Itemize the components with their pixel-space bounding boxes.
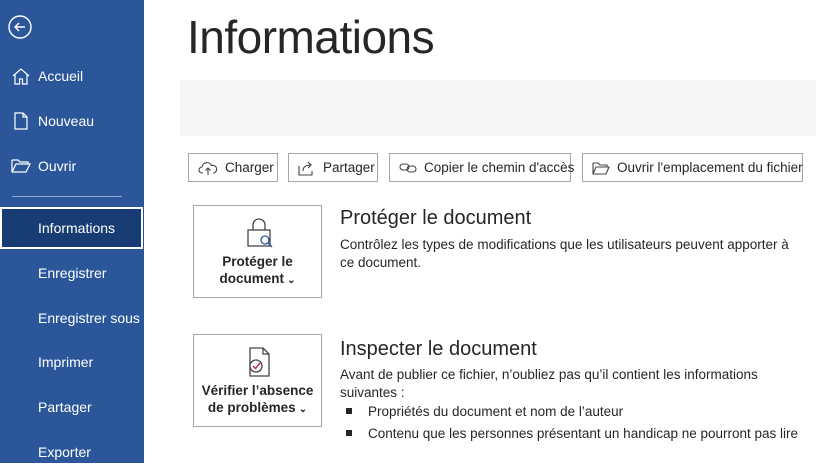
open-file-location-label: Ouvrir l'emplacement du fichier [617, 160, 803, 175]
inspect-bullet-item: Contenu que les personnes présentant un … [368, 426, 799, 441]
inspect-document-icon [242, 345, 276, 379]
chevron-down-icon: ⌄ [298, 404, 308, 415]
chevron-down-icon: ⌄ [287, 275, 296, 286]
inspect-bullet-item: Propriétés du document et nom de l’auteu… [368, 404, 624, 419]
folder-open-icon [11, 156, 31, 176]
sidebar-item-label: Ouvrir [38, 158, 77, 174]
check-button-line1: Vérifier l’absence [201, 383, 314, 398]
sidebar-item-nouveau[interactable]: Nouveau [0, 101, 144, 141]
folder-icon [592, 161, 610, 175]
bullet-marker [346, 408, 352, 414]
protect-button-line2: document ⌄ [219, 271, 296, 286]
open-file-location-button[interactable]: Ouvrir l'emplacement du fichier [582, 153, 803, 182]
sidebar-item-label: Enregistrer [38, 265, 107, 281]
home-icon [11, 66, 31, 86]
sidebar-item-label: Enregistrer sous [38, 310, 140, 326]
sidebar-item-informations[interactable]: Informations [0, 207, 143, 249]
sidebar-item-enregistrer-sous[interactable]: Enregistrer sous [0, 298, 144, 338]
upload-button[interactable]: Charger [188, 153, 278, 182]
copy-path-button[interactable]: Copier le chemin d'accès [389, 153, 575, 182]
new-document-icon [11, 111, 31, 131]
bullet-marker [346, 430, 352, 436]
share-button[interactable]: Partager [288, 153, 378, 182]
protect-document-button[interactable]: Protéger le document ⌄ [193, 205, 322, 298]
protect-button-line1: Protéger le [222, 254, 293, 269]
check-for-issues-button[interactable]: Vérifier l’absence de problèmes ⌄ [193, 334, 322, 427]
protect-description: Contrôlez les types de modifications que… [340, 237, 789, 270]
sidebar-item-enregistrer[interactable]: Enregistrer [0, 253, 144, 293]
sidebar-item-ouvrir[interactable]: Ouvrir [0, 146, 144, 186]
share-icon [298, 161, 313, 176]
sidebar-item-label: Informations [38, 220, 116, 236]
document-properties-band [180, 80, 816, 136]
page-title: Informations [187, 11, 435, 63]
upload-label: Charger [225, 160, 274, 175]
sidebar-item-label: Partager [38, 399, 92, 415]
sidebar-divider [12, 196, 122, 197]
share-label: Partager [323, 160, 375, 175]
sidebar-item-label: Imprimer [38, 354, 94, 370]
sidebar-item-label: Nouveau [38, 113, 95, 129]
backstage-sidebar: Accueil Nouveau Ouvrir Informations Enre… [0, 0, 144, 463]
sidebar-item-label: Accueil [38, 68, 84, 84]
copy-path-label: Copier le chemin d'accès [424, 160, 575, 175]
cloud-upload-icon [198, 161, 218, 175]
sidebar-item-accueil[interactable]: Accueil [0, 56, 144, 96]
back-arrow-icon[interactable] [8, 15, 32, 39]
sidebar-item-imprimer[interactable]: Imprimer [0, 342, 144, 382]
inspect-heading: Inspecter le document [340, 338, 537, 360]
sidebar-item-partager[interactable]: Partager [0, 387, 144, 427]
lock-icon [242, 216, 276, 250]
sidebar-item-exporter[interactable]: Exporter [0, 432, 144, 472]
link-icon [399, 162, 417, 173]
check-button-line2: de problèmes ⌄ [207, 400, 308, 415]
sidebar-item-label: Exporter [38, 444, 91, 460]
protect-heading: Protéger le document [340, 207, 532, 229]
inspect-description: Avant de publier ce fichier, n’oubliez p… [340, 367, 758, 400]
